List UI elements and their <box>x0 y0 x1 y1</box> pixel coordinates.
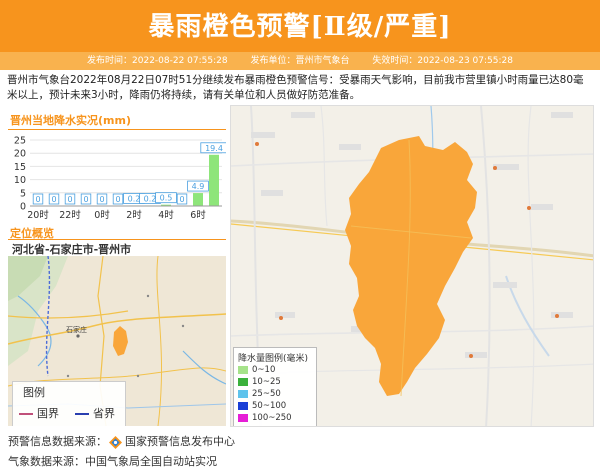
location-region: 河北省-石家庄市-晋州市 <box>12 243 132 256</box>
overview-minimap[interactable]: 石家庄 图例 国界 省界 <box>8 256 226 426</box>
national-border-line-icon <box>19 413 33 415</box>
rainfall-legend: 降水量图例(毫米) 0~10 10~25 25~50 50~100 100~25… <box>233 347 317 426</box>
rain-legend-item-5: 100~250 <box>238 413 292 423</box>
y-tick-label: 0 <box>20 202 26 213</box>
rain-bar-chart: 05101520250 0 0 0 0 0 0.2 0.2 0.5 04.919.420时 22时 0… <box>14 136 226 221</box>
swatch-icon <box>238 389 248 398</box>
data-label: 0 <box>83 195 88 204</box>
x-tick-label: 22时 <box>59 209 81 221</box>
minimap-legend: 图例 国界 省界 <box>12 381 126 426</box>
legend-province-border: 省界 <box>75 405 115 421</box>
warning-area-map[interactable]: 降水量图例(毫米) 0~10 10~25 25~50 50~100 100~25… <box>230 105 594 427</box>
warning-center-name[interactable]: 国家预警信息发布中心 <box>125 435 235 448</box>
y-tick-label: 20 <box>14 149 26 160</box>
expire-time: 失效时间：2022-08-23 07:55:28 <box>372 56 513 66</box>
x-tick-label: 0时 <box>94 209 110 221</box>
x-tick-label: 4时 <box>158 209 174 221</box>
rain-legend-item-2: 10~25 <box>238 377 281 387</box>
x-tick-label: 6时 <box>190 209 206 221</box>
rain-legend-item-1: 0~10 <box>238 365 275 375</box>
warning-header: 暴雨橙色预警[Ⅱ级/严重] <box>0 0 600 52</box>
legend-national-border: 国界 <box>19 405 59 421</box>
warning-source-label: 预警信息数据来源： <box>8 435 107 448</box>
minimap-city-label: 石家庄 <box>66 325 87 334</box>
data-label: 0 <box>99 195 104 204</box>
data-label: 4.9 <box>192 182 205 191</box>
swatch-icon <box>238 413 248 422</box>
rain-panel-title: 晋州当地降水实况(mm) <box>10 114 131 127</box>
rain-panel-divider <box>8 129 226 130</box>
data-label: 0 <box>115 195 120 204</box>
y-tick-label: 15 <box>14 162 26 173</box>
location-panel-divider <box>8 239 226 240</box>
data-label: 0 <box>179 195 184 204</box>
rain-legend-item-3: 25~50 <box>238 389 281 399</box>
province-border-line-icon <box>75 413 89 415</box>
issue-time: 发布时间：2022-08-22 07:55:28 <box>87 56 228 66</box>
data-label: 19.4 <box>205 144 223 153</box>
warning-title: 暴雨橙色预警[Ⅱ级/严重] <box>148 12 452 42</box>
swatch-icon <box>238 377 248 386</box>
rain-bar <box>209 154 219 206</box>
rainfall-legend-title: 降水量图例(毫米) <box>238 354 309 364</box>
swatch-icon <box>238 401 248 410</box>
data-label: 0.2 <box>128 194 141 203</box>
data-label: 0 <box>51 195 56 204</box>
swatch-icon <box>238 365 248 374</box>
warning-meta-bar: 发布时间：2022-08-22 07:55:28 发布单位：晋州市气象台 失效时… <box>0 52 600 70</box>
data-label: 0 <box>67 195 72 204</box>
y-tick-label: 5 <box>20 188 26 199</box>
warning-description: 晋州市气象台2022年08月22日07时51分继续发布暴雨橙色预警信号：受暴雨天… <box>7 74 584 101</box>
issuer: 发布单位：晋州市气象台 <box>250 56 350 66</box>
data-label: 0.5 <box>160 194 173 203</box>
x-tick-label: 20时 <box>27 209 49 221</box>
weather-source-line: 气象数据来源：中国气象局全国自动站实况 <box>8 455 217 468</box>
minimap-legend-title: 图例 <box>23 386 45 399</box>
rain-legend-item-4: 50~100 <box>238 401 286 411</box>
data-label: 0 <box>35 195 40 204</box>
y-tick-label: 25 <box>14 136 26 147</box>
warning-center-logo-icon <box>109 435 122 449</box>
x-tick-label: 2时 <box>126 209 142 221</box>
warning-source-line: 预警信息数据来源： 国家预警信息发布中心 <box>8 433 235 449</box>
rain-bar <box>193 193 203 206</box>
data-label: 0.2 <box>144 194 157 203</box>
y-tick-label: 10 <box>14 175 26 186</box>
